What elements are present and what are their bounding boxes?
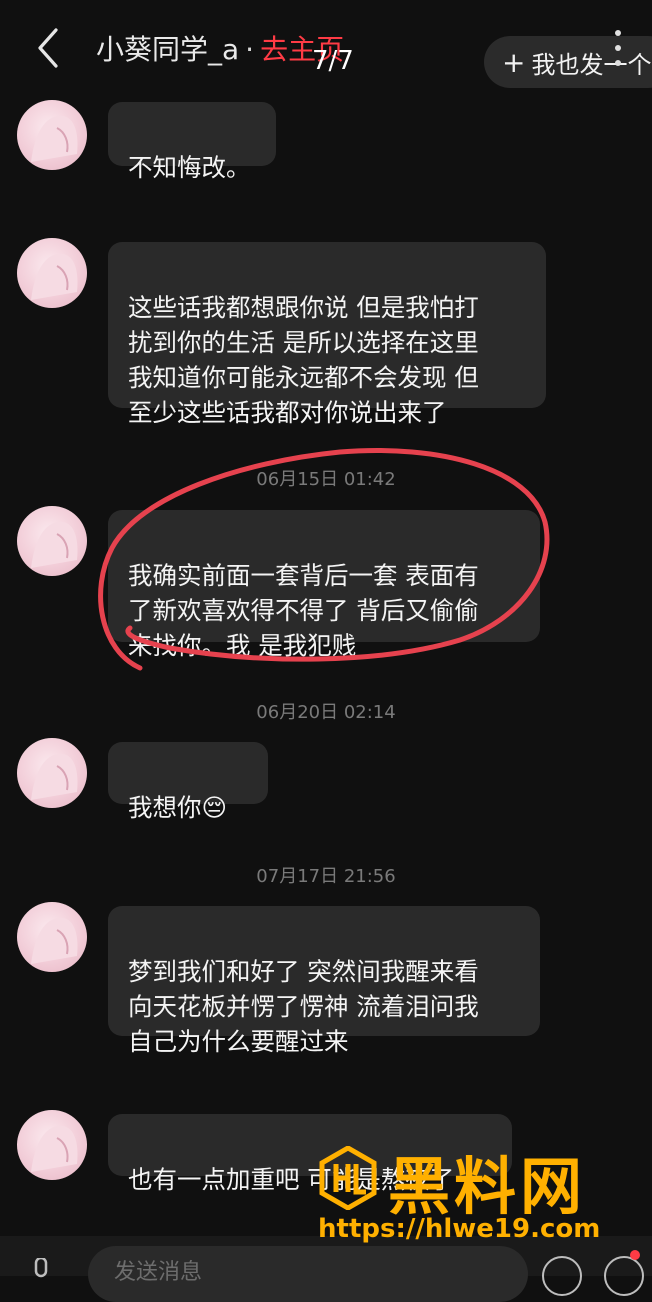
watermark-title: 黑料网 [388, 1150, 587, 1223]
pensive-face-emoji: 😔 [201, 793, 228, 822]
timestamp: 07月17日 21:56 [256, 866, 396, 887]
avatar[interactable] [17, 506, 87, 576]
message-input-placeholder: 发送消息 [114, 1260, 203, 1285]
avatar[interactable] [17, 902, 87, 972]
message-bubble[interactable]: 梦到我们和好了 突然间我醒来看 向天花板并愣了愣神 流着泪问我 自己为什么要醒过… [108, 906, 540, 1056]
more-icon[interactable] [614, 28, 622, 68]
message-bubble[interactable]: 这些话我都想跟你说 但是我怕打 扰到你的生活 是所以选择在这里 我知道你可能永远… [108, 242, 546, 427]
emoji-icon[interactable] [542, 1256, 582, 1296]
chat-title: 小葵同学_a · 去主页 [96, 28, 344, 68]
message-text: 梦到我们和好了 突然间我醒来看 向天花板并愣了愣神 流着泪问我 自己为什么要醒过… [128, 957, 479, 1056]
watermark-logo-icon [319, 1146, 377, 1210]
title-separator: · [245, 33, 255, 66]
avatar[interactable] [17, 1110, 87, 1180]
mic-icon[interactable] [28, 1258, 54, 1278]
message-input[interactable]: 发送消息 [88, 1246, 528, 1302]
watermark-url: https://hlwe19.com [318, 1214, 601, 1244]
page-counter: 7/7 [312, 46, 354, 76]
avatar[interactable] [17, 100, 87, 170]
message-text: 这些话我都想跟你说 但是我怕打 扰到你的生活 是所以选择在这里 我知道你可能永远… [128, 293, 479, 427]
post-too-button[interactable]: + 我也发一个 [484, 36, 652, 88]
message-text: 我想你 [128, 793, 202, 822]
message-bubble[interactable]: 我想你😔 [108, 742, 268, 822]
message-bubble[interactable]: 不知悔改。 [108, 102, 276, 182]
plus-icon: + [502, 45, 526, 79]
message-text: 不知悔改。 [128, 153, 251, 182]
avatar[interactable] [17, 238, 87, 308]
back-icon[interactable] [30, 24, 66, 72]
post-too-label: 我也发一个 [531, 50, 652, 79]
timestamp: 06月20日 02:14 [256, 702, 396, 723]
avatar[interactable] [17, 738, 87, 808]
watermark: 黑料网 https://hlwe19.com [316, 1142, 652, 1252]
message-bubble[interactable]: 我确实前面一套背后一套 表面有 了新欢喜欢得不得了 背后又偷偷 来找你。我 是我… [108, 510, 540, 660]
add-icon[interactable] [604, 1256, 644, 1296]
chat-header: 小葵同学_a · 去主页 7/7 + 我也发一个 [0, 0, 652, 96]
timestamp: 06月15日 01:42 [256, 469, 396, 490]
message-text: 我确实前面一套背后一套 表面有 了新欢喜欢得不得了 背后又偷偷 来找你。我 是我… [128, 561, 479, 660]
contact-name[interactable]: 小葵同学_a [96, 33, 239, 66]
